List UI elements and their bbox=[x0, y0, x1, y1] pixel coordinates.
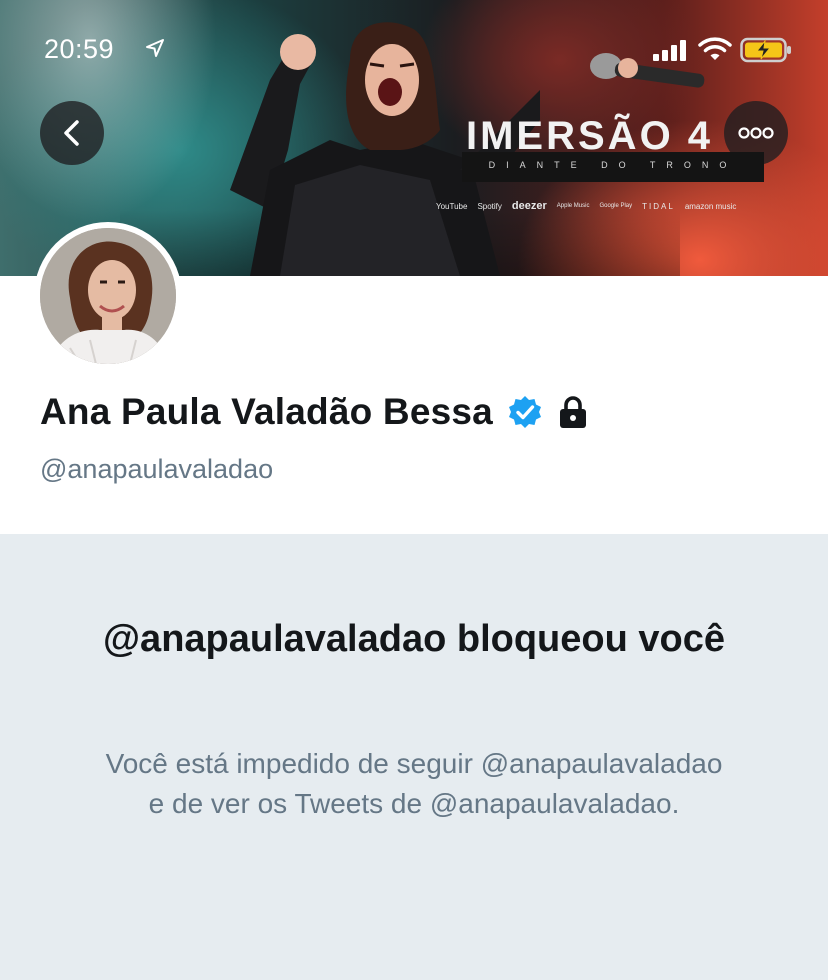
blocked-notice-title: @anapaulavaladao bloqueou você bbox=[103, 618, 725, 660]
more-dots-icon bbox=[738, 127, 774, 139]
cellular-signal-icon bbox=[653, 40, 686, 61]
platform-label: Spotify bbox=[477, 201, 502, 211]
platform-label: Apple Music bbox=[556, 203, 590, 209]
platform-label: YouTube bbox=[436, 201, 468, 211]
blocked-notice: @anapaulavaladao bloqueou você Você está… bbox=[0, 534, 828, 980]
platform-label: Google Play bbox=[599, 203, 633, 209]
avatar[interactable] bbox=[34, 222, 182, 370]
profile-name-row: Ana Paula Valadão Bessa bbox=[40, 391, 589, 433]
blocked-notice-body: Você está impedido de seguir @anapaulava… bbox=[105, 748, 723, 819]
back-button[interactable] bbox=[40, 101, 104, 165]
battery-charging-icon bbox=[740, 37, 791, 63]
lock-icon bbox=[559, 396, 586, 428]
avatar-image bbox=[40, 228, 176, 364]
chevron-left-icon bbox=[64, 120, 79, 146]
banner-microphone-image bbox=[590, 53, 705, 88]
display-name: Ana Paula Valadão Bessa bbox=[40, 391, 493, 432]
status-time: 20:59 bbox=[44, 34, 115, 64]
banner-platform-logos: YouTube Spotify deezer Apple Music Googl… bbox=[436, 200, 796, 212]
location-arrow-icon bbox=[146, 39, 164, 57]
platform-label: TIDAL bbox=[642, 201, 675, 211]
profile-handle: @anapaulavaladao bbox=[40, 454, 274, 484]
platform-label: amazon music bbox=[684, 201, 737, 211]
platform-label: deezer bbox=[511, 200, 547, 212]
banner-album-subtitle: DIANTE DO TRONO bbox=[488, 160, 738, 170]
verified-badge-icon bbox=[508, 396, 541, 428]
wifi-icon bbox=[698, 37, 732, 60]
